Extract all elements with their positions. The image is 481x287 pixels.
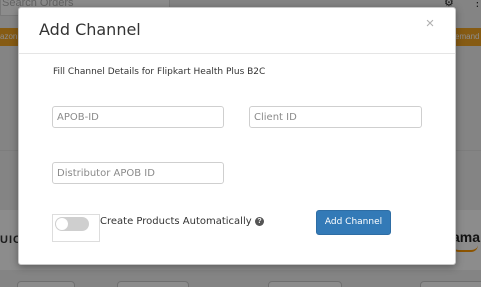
modal-header: Add Channel × <box>19 8 455 54</box>
add-channel-modal: Add Channel × Fill Channel Details for F… <box>18 7 456 265</box>
add-channel-button[interactable]: Add Channel <box>316 210 391 235</box>
distributor-apob-id-input[interactable] <box>52 162 224 184</box>
toggle-knob <box>56 218 68 230</box>
channel-details-subtitle: Fill Channel Details for Flipkart Health… <box>53 67 266 77</box>
close-icon[interactable]: × <box>423 16 437 32</box>
modal-title: Add Channel <box>39 20 141 39</box>
toggle-track <box>55 217 89 231</box>
create-products-toggle[interactable] <box>52 214 100 242</box>
create-products-label: Create Products Automatically <box>100 216 252 227</box>
apob-id-input[interactable] <box>52 106 224 128</box>
help-circle-icon[interactable]: ? <box>255 217 264 226</box>
client-id-input[interactable] <box>249 106 422 128</box>
